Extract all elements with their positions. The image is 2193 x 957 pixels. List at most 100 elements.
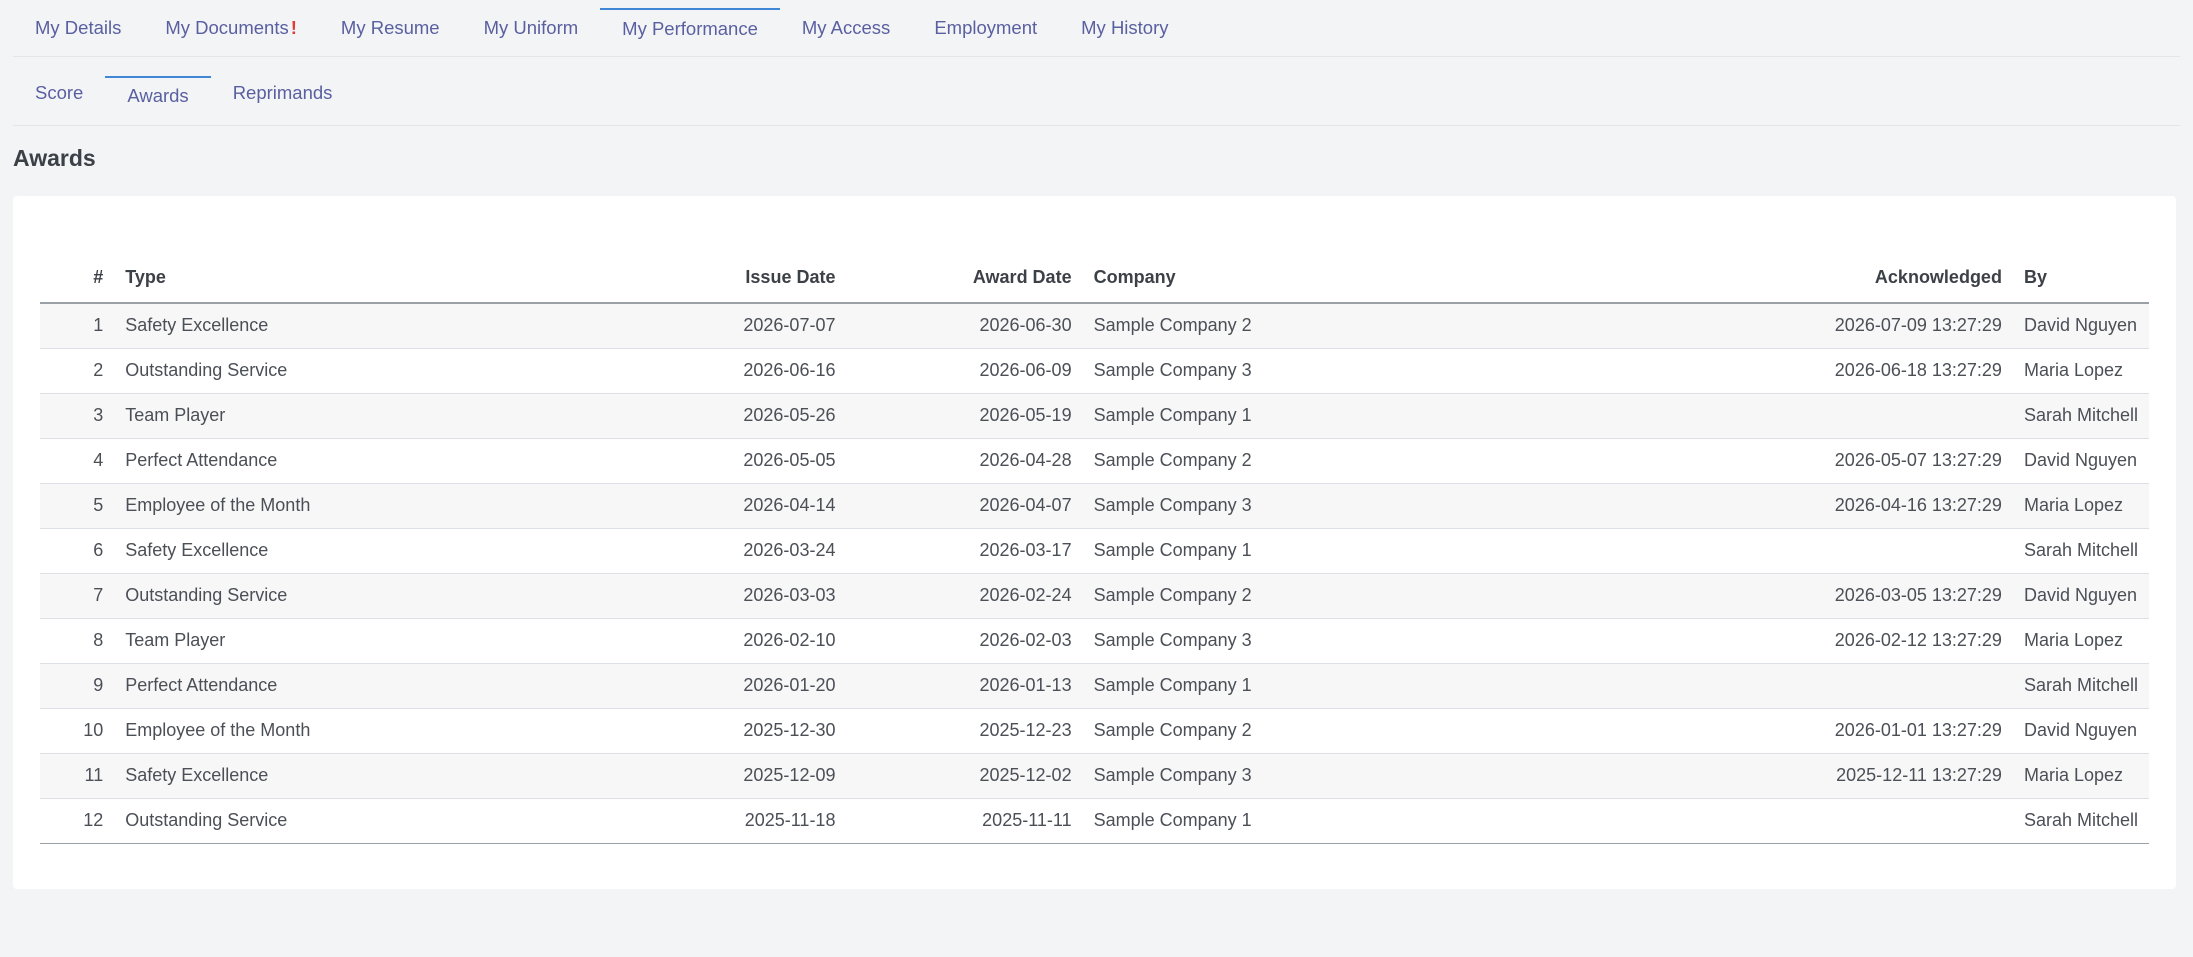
table-row[interactable]: 4 Perfect Attendance 2026-05-05 2026-04-28 S… [40, 438, 2149, 484]
cell-type: Perfect Attendance [114, 663, 635, 709]
cell-num: 3 [40, 393, 115, 439]
cell-issue-date: 2026-03-03 [634, 573, 847, 619]
tab-my-access[interactable]: My Access [780, 0, 912, 56]
table-row[interactable]: 11 Safety Excellence 2025-12-09 2025-12-02 S… [40, 753, 2149, 799]
cell-acknowledged: 2026-05-07 13:27:29 [1475, 438, 2013, 484]
cell-company: Sample Company 1 [1082, 798, 1476, 844]
header-type[interactable]: Type [114, 253, 635, 304]
table-row[interactable]: 8 Team Player 2026-02-10 2026-02-03 Sample C… [40, 618, 2149, 664]
cell-award-date: 2025-11-11 [846, 798, 1083, 844]
table-body: 1 Safety Excellence 2026-07-07 2026-06-30 Sa… [40, 303, 2149, 844]
tab-label: My Resume [340, 17, 440, 38]
cell-type: Outstanding Service [114, 348, 635, 394]
tab-my-details[interactable]: My Details [13, 0, 143, 56]
cell-num: 12 [40, 798, 115, 844]
header-num[interactable]: # [40, 253, 115, 304]
table-row[interactable]: 7 Outstanding Service 2026-03-03 2026-02-24… [40, 573, 2149, 619]
cell-award-date: 2026-03-17 [846, 528, 1083, 574]
cell-num: 5 [40, 483, 115, 529]
tab-label: My Documents [165, 17, 289, 38]
cell-type: Employee of the Month [114, 708, 635, 754]
table-row[interactable]: 5 Employee of the Month 2026-04-14 2026-04-… [40, 483, 2149, 529]
subtab-awards[interactable]: Awards [105, 57, 212, 125]
tab-label: Awards [127, 85, 189, 106]
page-title: Awards [13, 145, 96, 171]
cell-type: Outstanding Service [114, 798, 635, 844]
cell-type: Outstanding Service [114, 573, 635, 619]
tab-label: Reprimands [232, 82, 333, 103]
tab-label: My Uniform [483, 17, 579, 38]
cell-by: David Nguyen [2012, 573, 2149, 619]
cell-award-date: 2025-12-23 [846, 708, 1083, 754]
cell-type: Team Player [114, 618, 635, 664]
cell-award-date: 2026-06-30 [846, 303, 1083, 349]
cell-issue-date: 2025-12-30 [634, 708, 847, 754]
table-header-row: # Type Issue Date Award Date Company Ack… [40, 253, 2149, 304]
cell-type: Perfect Attendance [114, 438, 635, 484]
cell-award-date: 2026-04-07 [846, 483, 1083, 529]
tab-label: Score [35, 82, 84, 103]
cell-num: 1 [40, 303, 115, 349]
cell-acknowledged: 2026-02-12 13:27:29 [1475, 618, 2013, 664]
table-row[interactable]: 10 Employee of the Month 2025-12-30 2025-12… [40, 708, 2149, 754]
cell-num: 9 [40, 663, 115, 709]
tab-my-uniform[interactable]: My Uniform [462, 0, 601, 56]
cell-issue-date: 2025-12-09 [634, 753, 847, 799]
header-by[interactable]: By [2012, 253, 2149, 304]
cell-type: Employee of the Month [114, 483, 635, 529]
cell-company: Sample Company 3 [1082, 348, 1476, 394]
header-award-date[interactable]: Award Date [846, 253, 1083, 304]
table-row[interactable]: 9 Perfect Attendance 2026-01-20 2026-01-13 S… [40, 663, 2149, 709]
cell-by: David Nguyen [2012, 303, 2149, 349]
cell-company: Sample Company 3 [1082, 483, 1476, 529]
cell-acknowledged: 2026-04-16 13:27:29 [1475, 483, 2013, 529]
cell-company: Sample Company 2 [1082, 708, 1476, 754]
cell-issue-date: 2026-02-10 [634, 618, 847, 664]
cell-issue-date: 2026-04-14 [634, 483, 847, 529]
cell-issue-date: 2026-05-26 [634, 393, 847, 439]
cell-acknowledged: 2026-03-05 13:27:29 [1475, 573, 2013, 619]
cell-issue-date: 2026-05-05 [634, 438, 847, 484]
cell-issue-date: 2026-03-24 [634, 528, 847, 574]
tab-my-history[interactable]: My History [1059, 0, 1190, 56]
subtab-reprimands[interactable]: Reprimands [211, 57, 355, 125]
cell-by: Sarah Mitchell [2012, 798, 2149, 844]
tab-my-resume[interactable]: My Resume [319, 0, 462, 56]
table-row[interactable]: 12 Outstanding Service 2025-11-18 2025-11-1… [40, 798, 2149, 844]
cell-num: 4 [40, 438, 115, 484]
awards-card: # Type Issue Date Award Date Company Ack… [13, 196, 2176, 889]
table-row[interactable]: 1 Safety Excellence 2026-07-07 2026-06-30 Sa… [40, 303, 2149, 349]
cell-type: Safety Excellence [114, 528, 635, 574]
tab-label: My Performance [622, 18, 758, 39]
header-company[interactable]: Company [1082, 253, 1476, 304]
tab-my-performance[interactable]: My Performance [600, 0, 780, 56]
table-row[interactable]: 3 Team Player 2026-05-26 2026-05-19 Sample C… [40, 393, 2149, 439]
tab-label: My History [1081, 17, 1169, 38]
tab-label: Employment [934, 17, 1038, 38]
tab-employment[interactable]: Employment [912, 0, 1059, 56]
subtab-score[interactable]: Score [13, 57, 105, 125]
cell-by: Maria Lopez [2012, 483, 2149, 529]
cell-company: Sample Company 1 [1082, 528, 1476, 574]
cell-num: 11 [40, 753, 115, 799]
cell-type: Safety Excellence [114, 303, 635, 349]
cell-company: Sample Company 3 [1082, 753, 1476, 799]
cell-acknowledged: 2026-01-01 13:27:29 [1475, 708, 2013, 754]
cell-type: Team Player [114, 393, 635, 439]
cell-by: Maria Lopez [2012, 753, 2149, 799]
tab-label: My Details [35, 17, 122, 38]
cell-acknowledged [1475, 663, 2013, 709]
header-acknowledged[interactable]: Acknowledged [1475, 253, 2013, 304]
cell-num: 8 [40, 618, 115, 664]
awards-table: # Type Issue Date Award Date Company Ack… [40, 253, 2149, 844]
cell-award-date: 2025-12-02 [846, 753, 1083, 799]
cell-num: 7 [40, 573, 115, 619]
cell-by: Sarah Mitchell [2012, 528, 2149, 574]
cell-acknowledged [1475, 798, 2013, 844]
tab-my-documents[interactable]: My Documents! [143, 0, 319, 56]
header-issue-date[interactable]: Issue Date [634, 253, 847, 304]
table-row[interactable]: 6 Safety Excellence 2026-03-24 2026-03-17 Sa… [40, 528, 2149, 574]
cell-company: Sample Company 1 [1082, 393, 1476, 439]
table-row[interactable]: 2 Outstanding Service 2026-06-16 2026-06-09… [40, 348, 2149, 394]
cell-by: Sarah Mitchell [2012, 663, 2149, 709]
